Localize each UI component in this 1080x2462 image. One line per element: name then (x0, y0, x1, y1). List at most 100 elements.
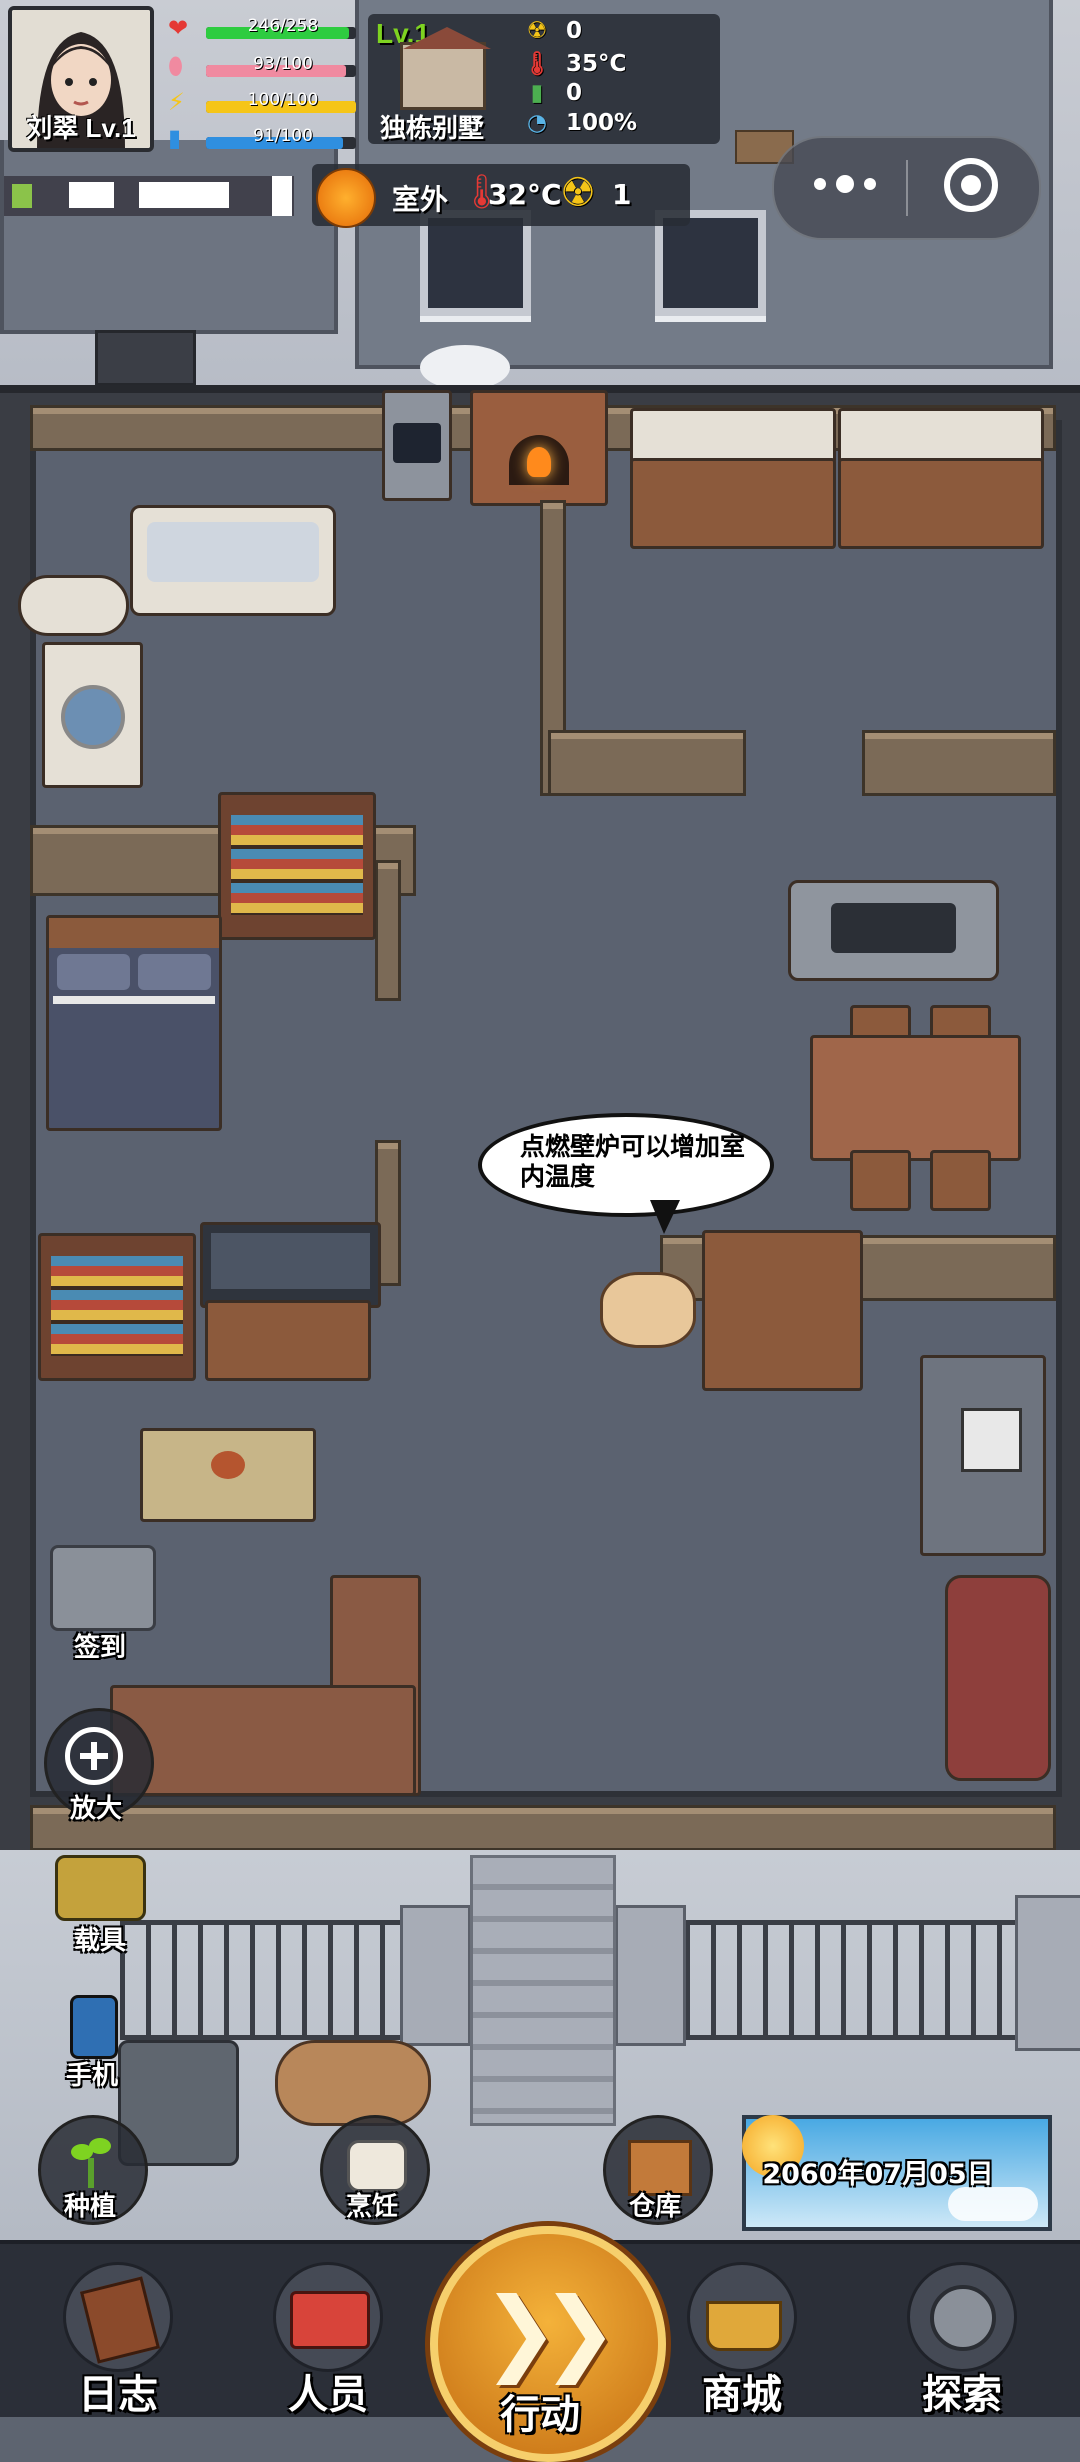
plant-label[interactable]: 种植 (38, 2186, 142, 2223)
health-stat: ❤ 246/258 (168, 14, 363, 42)
hunger-value: 93/100 (253, 54, 313, 74)
storage-label[interactable]: 仓库 (603, 2186, 707, 2223)
location-battery: ▮ 0 (522, 80, 582, 106)
basket-icon (687, 2262, 797, 2372)
location-name: 独栋别墅 (380, 114, 485, 144)
massage-chair[interactable] (945, 1575, 1051, 1781)
heart-icon: ❤ (168, 14, 189, 42)
phone-label[interactable]: 手机 (40, 2055, 144, 2092)
player-character[interactable] (600, 1272, 696, 1348)
thermometer-icon: 🌡 (522, 51, 552, 77)
dining-chair[interactable] (850, 1150, 911, 1211)
weather-radiation: 1 (612, 178, 632, 211)
computer-desk[interactable] (920, 1355, 1046, 1556)
kitchen-oven-cabinet[interactable] (838, 458, 1044, 549)
nav-people[interactable]: 人员 (238, 2244, 418, 2418)
fast-forward-icon: ❯❯ (482, 2278, 618, 2385)
battery-icon: ▮ (530, 80, 544, 106)
nav-shop-label: 商城 (702, 2372, 782, 2418)
magnifier-icon (65, 1727, 123, 1785)
miniprogram-capsule (772, 136, 1041, 240)
wooden-cabinet[interactable] (702, 1230, 863, 1391)
cloud-icon (948, 2187, 1038, 2221)
neighbor-house-wall (0, 140, 338, 334)
energy-icon: ⚡ (168, 88, 185, 116)
vehicle-label[interactable]: 载具 (48, 1920, 152, 1957)
stomach-icon: ⬮ (168, 52, 184, 80)
nav-explore[interactable]: 探索 (872, 2244, 1052, 2418)
water-heater[interactable] (382, 390, 452, 501)
water-icon: ▮ (168, 124, 182, 152)
fireplace[interactable] (470, 390, 608, 506)
location-temperature: 🌡 35°C (522, 50, 626, 77)
hunger-stat: ⬮ 93/100 (168, 52, 363, 80)
water-stat: ▮ 91/100 (168, 124, 363, 152)
nav-shop[interactable]: 商城 (652, 2244, 832, 2418)
nav-people-label: 人员 (288, 2372, 368, 2418)
kitchen-stove-top[interactable] (838, 408, 1044, 464)
bookshelf-lower[interactable] (38, 1233, 196, 1381)
fence-right (685, 1920, 1020, 2040)
energy-value: 100/100 (247, 90, 319, 110)
toilet[interactable] (18, 575, 129, 636)
id-card-icon (273, 2262, 383, 2372)
more-options-button[interactable] (814, 175, 876, 193)
coffee-table[interactable] (140, 1428, 316, 1522)
kitchen-sink[interactable] (630, 408, 836, 464)
interior-wall-divider (375, 860, 401, 1001)
cook-label[interactable]: 烹饪 (320, 2186, 424, 2223)
treadmill[interactable] (788, 880, 999, 981)
location-radiation: ☢ 0 (522, 18, 582, 44)
bathtub[interactable] (130, 505, 336, 616)
location-percent: ◔ 100% (522, 110, 637, 136)
tv-stand[interactable] (205, 1300, 371, 1381)
scooter[interactable] (275, 2040, 431, 2126)
television[interactable] (200, 1222, 381, 1308)
location-temperature-value: 35°C (566, 51, 627, 77)
radiation-icon: ☢ (526, 18, 548, 44)
player-name-level: 刘翠 Lv.1 (26, 113, 136, 143)
action-button[interactable]: ❯❯ 行动 (430, 2226, 666, 2462)
zoom-label[interactable]: 放大 (44, 1788, 148, 1825)
weather-label: 室外 (392, 183, 449, 216)
location-radiation-value: 0 (566, 18, 583, 44)
nav-log[interactable]: 日志 (28, 2244, 208, 2418)
weather-temperature: 32°C (488, 178, 562, 211)
sofa[interactable] (110, 1685, 416, 1796)
book-icon (63, 2262, 173, 2372)
energy-stat: ⚡ 100/100 (168, 88, 363, 116)
kitchen-cabinet[interactable] (630, 458, 836, 549)
dining-chair[interactable] (930, 1150, 991, 1211)
close-target-button[interactable] (944, 158, 998, 212)
sprout-icon (71, 2138, 111, 2188)
gate-pillar-left (400, 1905, 471, 2046)
gate-pillar-far (1015, 1895, 1080, 2051)
room-bottom-wall (30, 1805, 1056, 1851)
checkin-label[interactable]: 签到 (50, 1627, 150, 1664)
sun-icon (316, 168, 376, 228)
floor-vent (95, 330, 196, 386)
nav-log-label: 日志 (78, 2372, 158, 2418)
dining-table[interactable] (810, 1035, 1021, 1161)
bubble-text: 点燃壁炉可以增加室内温度 (520, 1132, 746, 1191)
pie-icon: ◔ (526, 110, 548, 136)
washing-machine[interactable] (42, 642, 143, 788)
phone-icon[interactable] (70, 1995, 118, 2059)
snow-pile (420, 345, 510, 390)
bubble-tail (650, 1200, 680, 1234)
villa-icon (400, 27, 491, 110)
water-value: 91/100 (253, 126, 313, 146)
rice-cooker-icon (347, 2140, 407, 2192)
gate-pillar-right (615, 1905, 686, 2046)
location-percent-value: 100% (566, 110, 638, 136)
blurred-banner (4, 176, 294, 216)
vehicle-icon[interactable] (55, 1855, 146, 1921)
interior-wall-kitchen (548, 730, 746, 796)
game-date: 2060年07月05日 (762, 2159, 994, 2190)
interior-wall-right (862, 730, 1056, 796)
checkin-crate-icon[interactable] (50, 1545, 156, 1631)
bed[interactable] (46, 915, 222, 1131)
bookshelf-upper[interactable] (218, 792, 376, 940)
health-value: 246/258 (247, 16, 319, 36)
location-battery-value: 0 (566, 80, 583, 106)
